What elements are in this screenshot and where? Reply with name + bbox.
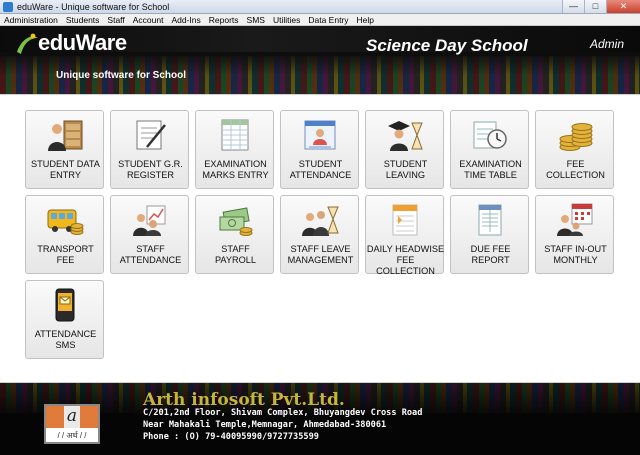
current-user: Admin — [590, 37, 625, 51]
staff-attendance-icon — [133, 205, 166, 236]
payroll-icon — [219, 207, 253, 236]
tile-label: STAFF LEAVE MANAGEMENT — [287, 244, 354, 265]
tile-daily-headwise-fee-collection[interactable]: DAILY HEADWISE FEE COLLECTION — [365, 195, 445, 276]
tile-staff-attendance[interactable]: STAFF ATTENDANCE — [110, 195, 189, 274]
tagline: Unique software for School — [56, 70, 187, 81]
tile-label: TRANSPORT FEE — [37, 244, 94, 265]
tile-label: FEE COLLECTION — [546, 159, 605, 180]
gr-register-icon — [136, 120, 166, 150]
window-controls: — □ ✕ — [562, 0, 640, 14]
tile-label: STUDENT LEAVING — [383, 159, 428, 180]
headwise-fee-icon — [392, 204, 418, 236]
eduware-logo: eduWare — [14, 30, 164, 56]
window-title: eduWare - Unique software for School — [17, 1, 170, 12]
tile-label: ATTENDANCE SMS — [34, 329, 97, 350]
phone-number: Phone : (O) 79-40095990/9727735599 — [143, 432, 319, 442]
tile-label: DAILY HEADWISE FEE COLLECTION — [366, 244, 445, 276]
brand-name: eduWare — [38, 30, 127, 55]
header-banner: eduWare Unique software for School Scien… — [0, 26, 640, 94]
menu-sms[interactable]: SMS — [243, 15, 269, 25]
tile-label: STAFF ATTENDANCE — [119, 244, 182, 265]
tile-staff-leave-management[interactable]: STAFF LEAVE MANAGEMENT — [280, 195, 359, 274]
arth-logo: a / / अर्थ / / — [44, 404, 100, 444]
coins-icon — [559, 123, 593, 151]
student-data-entry-icon — [48, 120, 83, 151]
menu-help[interactable]: Help — [353, 15, 378, 25]
dashboard-tiles: STUDENT DATA ENTRY STUDENT G.R. REGISTER… — [0, 94, 640, 383]
sms-phone-icon — [55, 288, 75, 322]
tile-label: EXAMINATION TIME TABLE — [459, 159, 522, 180]
menu-add-ins[interactable]: Add-Ins — [167, 15, 204, 25]
menu-utilities[interactable]: Utilities — [269, 15, 304, 25]
menu-bar: Administration Students Staff Account Ad… — [0, 14, 640, 26]
swirl-icon — [17, 33, 38, 54]
tile-fee-collection[interactable]: FEE COLLECTION — [535, 110, 614, 189]
tile-label: STAFF PAYROLL — [214, 244, 257, 265]
tile-label: STUDENT G.R. REGISTER — [118, 159, 183, 180]
tile-examination-marks-entry[interactable]: EXAMINATION MARKS ENTRY — [195, 110, 274, 189]
staff-in-out-icon — [557, 203, 593, 236]
maximize-button[interactable]: □ — [584, 0, 606, 13]
staff-leave-icon — [302, 206, 339, 236]
bus-icon — [47, 209, 84, 235]
arth-logo-letter: a — [64, 406, 80, 428]
due-fee-report-icon — [478, 204, 502, 236]
minimize-button[interactable]: — — [562, 0, 584, 13]
tile-label: STUDENT DATA ENTRY — [31, 159, 100, 180]
tile-staff-payroll[interactable]: STAFF PAYROLL — [195, 195, 274, 274]
tile-staff-in-out-monthly[interactable]: STAFF IN-OUT MONTHLY — [535, 195, 614, 274]
menu-reports[interactable]: Reports — [205, 15, 243, 25]
tile-label: DUE FEE REPORT — [470, 244, 511, 265]
address-line-1: C/201,2nd Floor, Shivam Complex, Bhuyang… — [143, 408, 423, 418]
address-line-2: Near Mahakali Temple,Memnagar, Ahmedabad… — [143, 420, 387, 430]
tile-student-gr-register[interactable]: STUDENT G.R. REGISTER — [110, 110, 189, 189]
close-button[interactable]: ✕ — [606, 0, 640, 13]
tile-due-fee-report[interactable]: DUE FEE REPORT — [450, 195, 529, 274]
tile-student-leaving[interactable]: STUDENT LEAVING — [365, 110, 444, 189]
tile-label: STUDENT ATTENDANCE — [289, 159, 352, 180]
tile-student-data-entry[interactable]: STUDENT DATA ENTRY — [25, 110, 104, 189]
footer-banner: a / / अर्थ / / Arth infosoft Pvt.Ltd. C/… — [0, 383, 640, 455]
school-name: Science Day School — [366, 36, 528, 55]
tile-student-attendance[interactable]: STUDENT ATTENDANCE — [280, 110, 359, 189]
tile-transport-fee[interactable]: TRANSPORT FEE — [25, 195, 104, 274]
student-leaving-icon — [388, 121, 423, 151]
menu-administration[interactable]: Administration — [0, 15, 62, 25]
title-bar: eduWare - Unique software for School — □… — [0, 0, 640, 14]
arth-logo-subtext: / / अर्थ / / — [57, 431, 87, 440]
tile-examination-time-table[interactable]: EXAMINATION TIME TABLE — [450, 110, 529, 189]
menu-students[interactable]: Students — [62, 15, 104, 25]
tile-label: STAFF IN-OUT MONTHLY — [544, 244, 607, 265]
marks-entry-icon — [221, 119, 249, 151]
time-table-icon — [473, 121, 507, 149]
tile-label: EXAMINATION MARKS ENTRY — [202, 159, 269, 180]
menu-account[interactable]: Account — [129, 15, 168, 25]
student-attendance-icon — [304, 120, 336, 150]
company-name: Arth infosoft Pvt.Ltd. — [143, 390, 345, 410]
tile-attendance-sms[interactable]: ATTENDANCE SMS — [25, 280, 104, 359]
app-icon — [3, 1, 13, 12]
menu-staff[interactable]: Staff — [103, 15, 128, 25]
menu-data-entry[interactable]: Data Entry — [304, 15, 352, 25]
